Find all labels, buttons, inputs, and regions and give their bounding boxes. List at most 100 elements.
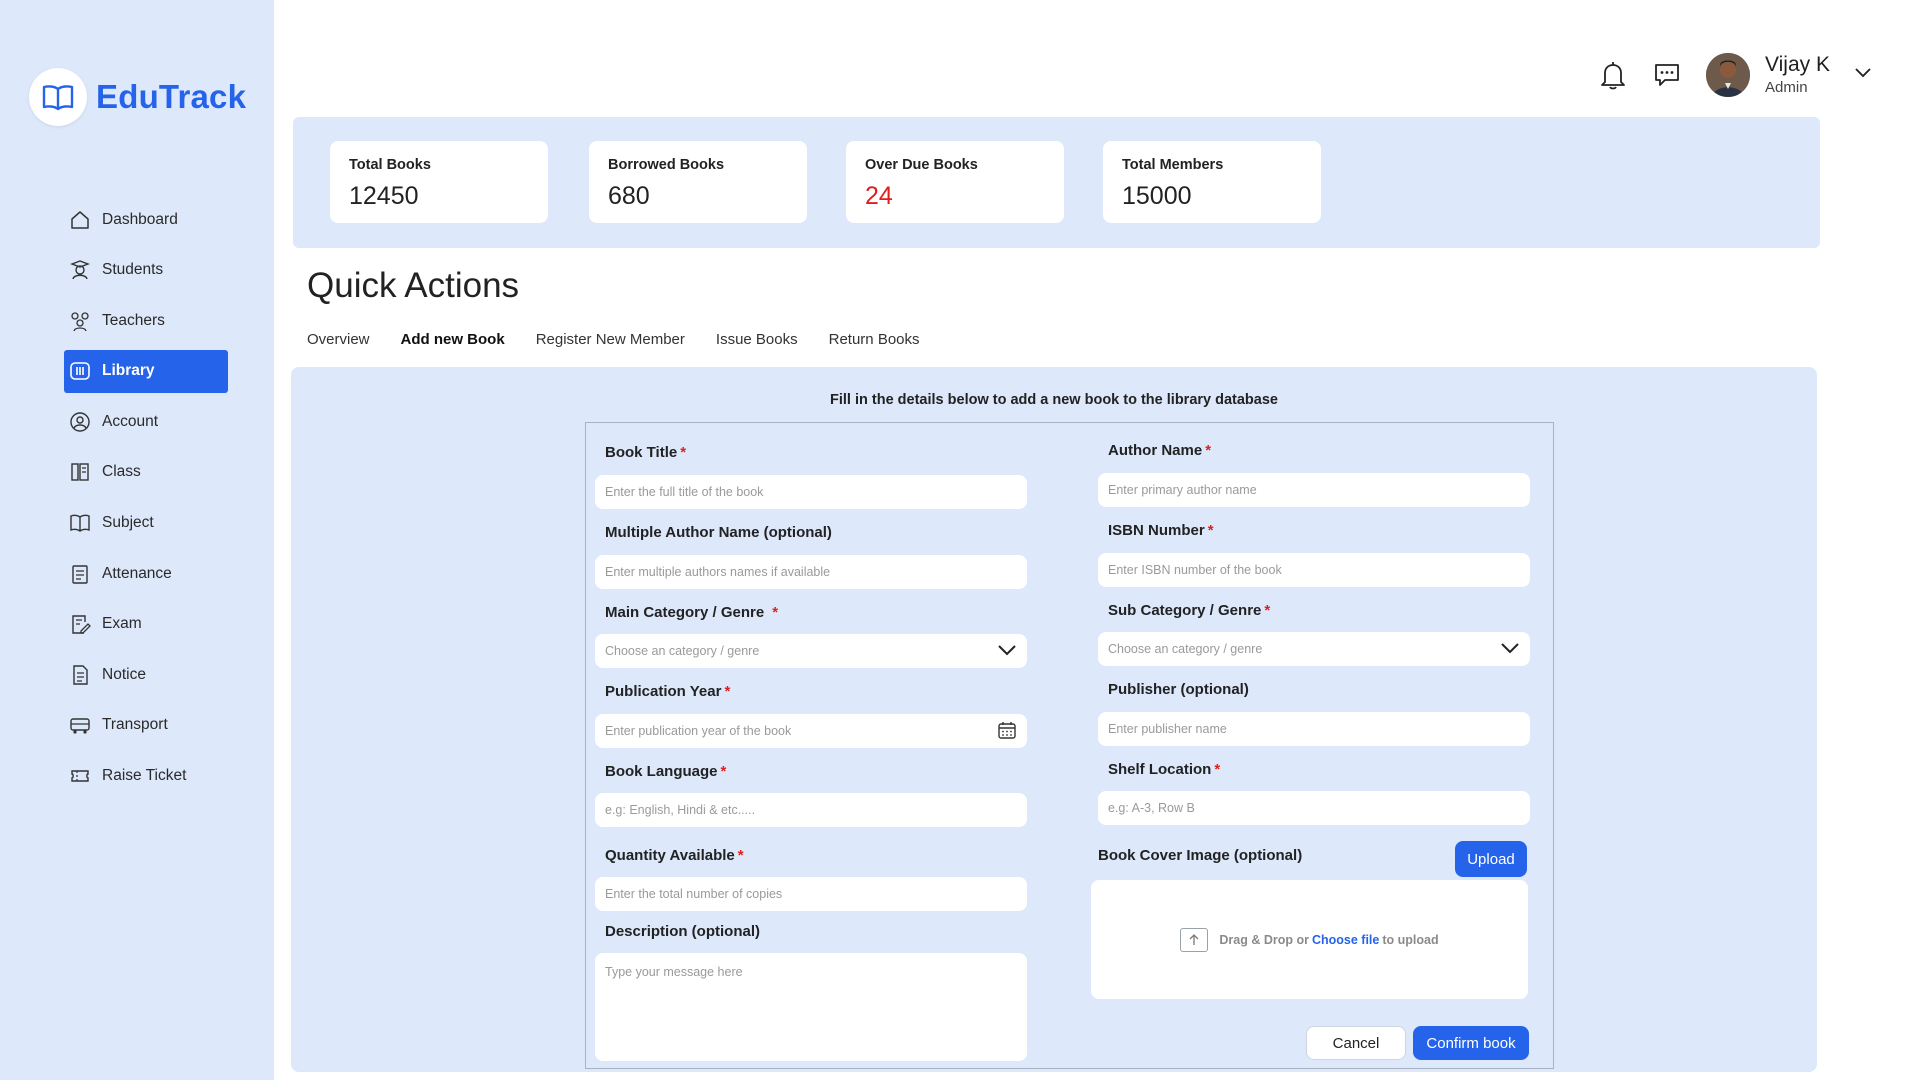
book-language-label: Book Language * <box>605 763 727 780</box>
sidebar-item-label: Teachers <box>102 311 165 329</box>
exam-icon <box>68 612 92 636</box>
publication-year-input[interactable]: Enter publication year of the book <box>595 714 1027 748</box>
sidebar: EduTrack Dashboard Students Teachers Lib… <box>0 0 274 1080</box>
sidebar-item-transport[interactable]: Transport <box>64 704 228 747</box>
upload-button[interactable]: Upload <box>1455 841 1527 877</box>
add-book-form: Book Title * Enter the full title of the … <box>585 422 1554 1069</box>
sidebar-item-students[interactable]: Students <box>64 249 228 292</box>
stat-label: Over Due Books <box>865 157 978 173</box>
stat-card-total-books: Total Books 12450 <box>330 141 548 223</box>
header-user-area: Vijay K Admin <box>1598 52 1872 97</box>
stat-value: 680 <box>608 182 650 210</box>
avatar[interactable] <box>1706 52 1751 97</box>
user-info[interactable]: Vijay K Admin <box>1765 52 1830 97</box>
account-icon <box>68 410 92 434</box>
sidebar-item-library[interactable]: Library <box>64 349 228 393</box>
sidebar-item-label: Library <box>102 362 155 380</box>
calendar-icon[interactable] <box>997 720 1017 743</box>
upload-icon <box>1180 927 1209 952</box>
sidebar-item-raise-ticket[interactable]: Raise Ticket <box>64 755 228 798</box>
dropzone-text: Drag & Drop or <box>1219 932 1309 947</box>
multiple-authors-input[interactable]: Enter multiple authors names if availabl… <box>595 555 1027 589</box>
sidebar-item-label: Dashboard <box>102 210 178 228</box>
sidebar-item-teachers[interactable]: Teachers <box>64 299 228 342</box>
publisher-label: Publisher (optional) <box>1108 681 1249 698</box>
ticket-icon <box>68 764 92 788</box>
stat-value: 15000 <box>1122 182 1192 210</box>
book-language-input[interactable]: e.g: English, Hindi & etc..... <box>595 793 1027 827</box>
isbn-input[interactable]: Enter ISBN number of the book <box>1098 553 1530 587</box>
quantity-input[interactable]: Enter the total number of copies <box>595 877 1027 911</box>
stat-card-total-members: Total Members 15000 <box>1103 141 1321 223</box>
choose-file-link[interactable]: Choose file <box>1312 933 1379 947</box>
book-title-label: Book Title * <box>605 444 687 461</box>
user-role: Admin <box>1765 79 1808 97</box>
stat-label: Borrowed Books <box>608 157 725 173</box>
tab-register-new-member[interactable]: Register New Member <box>536 331 685 348</box>
tab-overview[interactable]: Overview <box>307 331 370 348</box>
publication-year-label: Publication Year * <box>605 683 731 700</box>
sidebar-item-attendance[interactable]: Attenance <box>64 552 228 595</box>
sidebar-item-label: Account <box>102 412 159 430</box>
author-name-input[interactable]: Enter primary author name <box>1098 473 1530 507</box>
stat-card-borrowed-books: Borrowed Books 680 <box>589 141 807 223</box>
sidebar-item-label: Subject <box>102 514 154 532</box>
stat-label: Total Books <box>349 157 431 173</box>
user-name: Vijay K <box>1765 53 1830 76</box>
shelf-location-input[interactable]: e.g: A-3, Row B <box>1098 791 1530 825</box>
sidebar-item-dashboard[interactable]: Dashboard <box>64 198 228 241</box>
sidebar-item-notice[interactable]: Notice <box>64 653 228 696</box>
home-icon <box>68 208 92 232</box>
cancel-button[interactable]: Cancel <box>1306 1026 1406 1060</box>
page-title: Quick Actions <box>307 266 520 305</box>
confirm-book-button[interactable]: Confirm book <box>1413 1026 1529 1060</box>
sidebar-item-label: Notice <box>102 665 146 683</box>
chevron-down-icon[interactable] <box>1854 66 1872 84</box>
add-book-panel: Fill in the details below to add a new b… <box>291 367 1817 1072</box>
stat-label: Total Members <box>1122 157 1224 173</box>
sidebar-item-class[interactable]: Class <box>64 451 228 494</box>
sub-category-select[interactable]: Choose an category / genre <box>1098 632 1530 666</box>
sidebar-item-label: Raise Ticket <box>102 767 187 785</box>
sidebar-item-label: Class <box>102 463 141 481</box>
shelf-location-label: Shelf Location * <box>1108 761 1221 778</box>
book-icon <box>68 511 92 535</box>
form-hint: Fill in the details below to add a new b… <box>830 392 1278 408</box>
sidebar-item-label: Transport <box>102 716 168 734</box>
message-icon[interactable] <box>1652 60 1682 90</box>
tab-add-new-book[interactable]: Add new Book <box>401 331 505 348</box>
library-icon <box>68 359 92 383</box>
isbn-label: ISBN Number * <box>1108 522 1214 539</box>
class-icon <box>68 460 92 484</box>
main-category-select[interactable]: Choose an category / genre <box>595 634 1027 668</box>
sidebar-item-subject[interactable]: Subject <box>64 502 228 545</box>
teachers-icon <box>68 309 92 333</box>
sub-category-label: Sub Category / Genre * <box>1108 602 1271 619</box>
quick-actions-tabs: Overview Add new Book Register New Membe… <box>307 331 951 348</box>
author-name-label: Author Name * <box>1108 442 1212 459</box>
stat-card-overdue-books: Over Due Books 24 <box>846 141 1064 223</box>
stat-value: 12450 <box>349 182 419 210</box>
sidebar-item-exam[interactable]: Exam <box>64 603 228 646</box>
cover-image-dropzone[interactable]: Drag & Drop or Choose file to upload <box>1091 880 1528 999</box>
bell-icon[interactable] <box>1598 60 1628 90</box>
chevron-down-icon <box>1500 642 1520 657</box>
sidebar-item-account[interactable]: Account <box>64 400 228 443</box>
tab-issue-books[interactable]: Issue Books <box>716 331 798 348</box>
cover-image-label: Book Cover Image (optional) <box>1098 847 1303 864</box>
publisher-input[interactable]: Enter publisher name <box>1098 712 1530 746</box>
sidebar-item-label: Students <box>102 261 164 279</box>
sidebar-item-label: Exam <box>102 615 142 633</box>
bus-icon <box>68 713 92 737</box>
book-title-input[interactable]: Enter the full title of the book <box>595 475 1027 509</box>
description-label: Description (optional) <box>605 923 760 940</box>
notice-icon <box>68 663 92 687</box>
tab-return-books[interactable]: Return Books <box>829 331 920 348</box>
sidebar-item-label: Attenance <box>102 564 172 582</box>
brand-name: EduTrack <box>96 78 247 115</box>
quantity-label: Quantity Available * <box>605 847 744 864</box>
description-textarea[interactable]: Type your message here <box>595 953 1027 1061</box>
clipboard-icon <box>68 562 92 586</box>
brand-logo[interactable]: EduTrack <box>29 68 246 126</box>
multiple-authors-label: Multiple Author Name (optional) <box>605 524 832 541</box>
